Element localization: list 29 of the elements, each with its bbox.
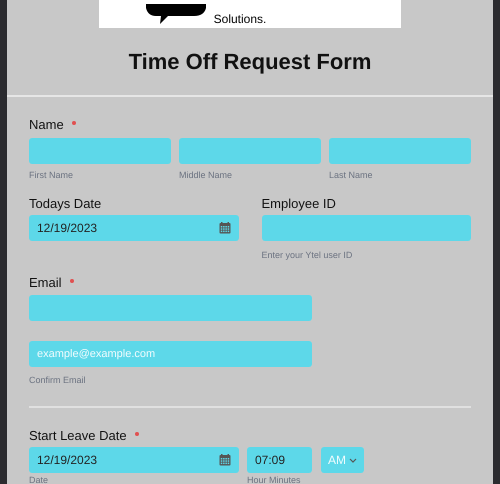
- speech-bubble-icon: [146, 4, 206, 26]
- date-value: 12/19/2023: [37, 220, 98, 237]
- date-field[interactable]: 12/19/2023: [29, 215, 238, 241]
- field-label: Name: [29, 117, 64, 133]
- chevron-down-icon: [349, 458, 357, 462]
- date-value: 12/19/2023: [37, 452, 98, 469]
- email-field[interactable]: [29, 295, 312, 321]
- input-field[interactable]: [329, 138, 471, 164]
- calendar-icon: [219, 454, 231, 466]
- input-field[interactable]: [262, 215, 471, 241]
- field-sublabel: Middle Name: [179, 170, 234, 181]
- field-label: Employee ID: [262, 196, 336, 212]
- field-hint: Enter your Ytel user ID: [262, 250, 354, 261]
- input-field[interactable]: [179, 138, 321, 164]
- confirm-email-field[interactable]: example@example.com: [29, 341, 312, 367]
- field-sublabel: Last Name: [329, 170, 374, 181]
- field-sublabel: Hour Minutes: [247, 475, 301, 484]
- time-field[interactable]: 07:09: [247, 447, 312, 473]
- field-label: Email: [29, 275, 62, 291]
- date-field[interactable]: 12/19/2023: [29, 447, 239, 473]
- form-title: Time Off Request Form: [128, 48, 372, 76]
- field-sublabel: Date: [29, 475, 50, 484]
- logo-tagline: Solutions.: [214, 12, 266, 26]
- input-field[interactable]: [29, 138, 171, 164]
- field-sublabel: Confirm Email: [29, 375, 87, 386]
- field-label: Todays Date: [29, 196, 102, 212]
- field-label: Start Leave Date: [29, 428, 127, 444]
- calendar-icon: [218, 222, 230, 234]
- field-sublabel: First Name: [29, 170, 74, 181]
